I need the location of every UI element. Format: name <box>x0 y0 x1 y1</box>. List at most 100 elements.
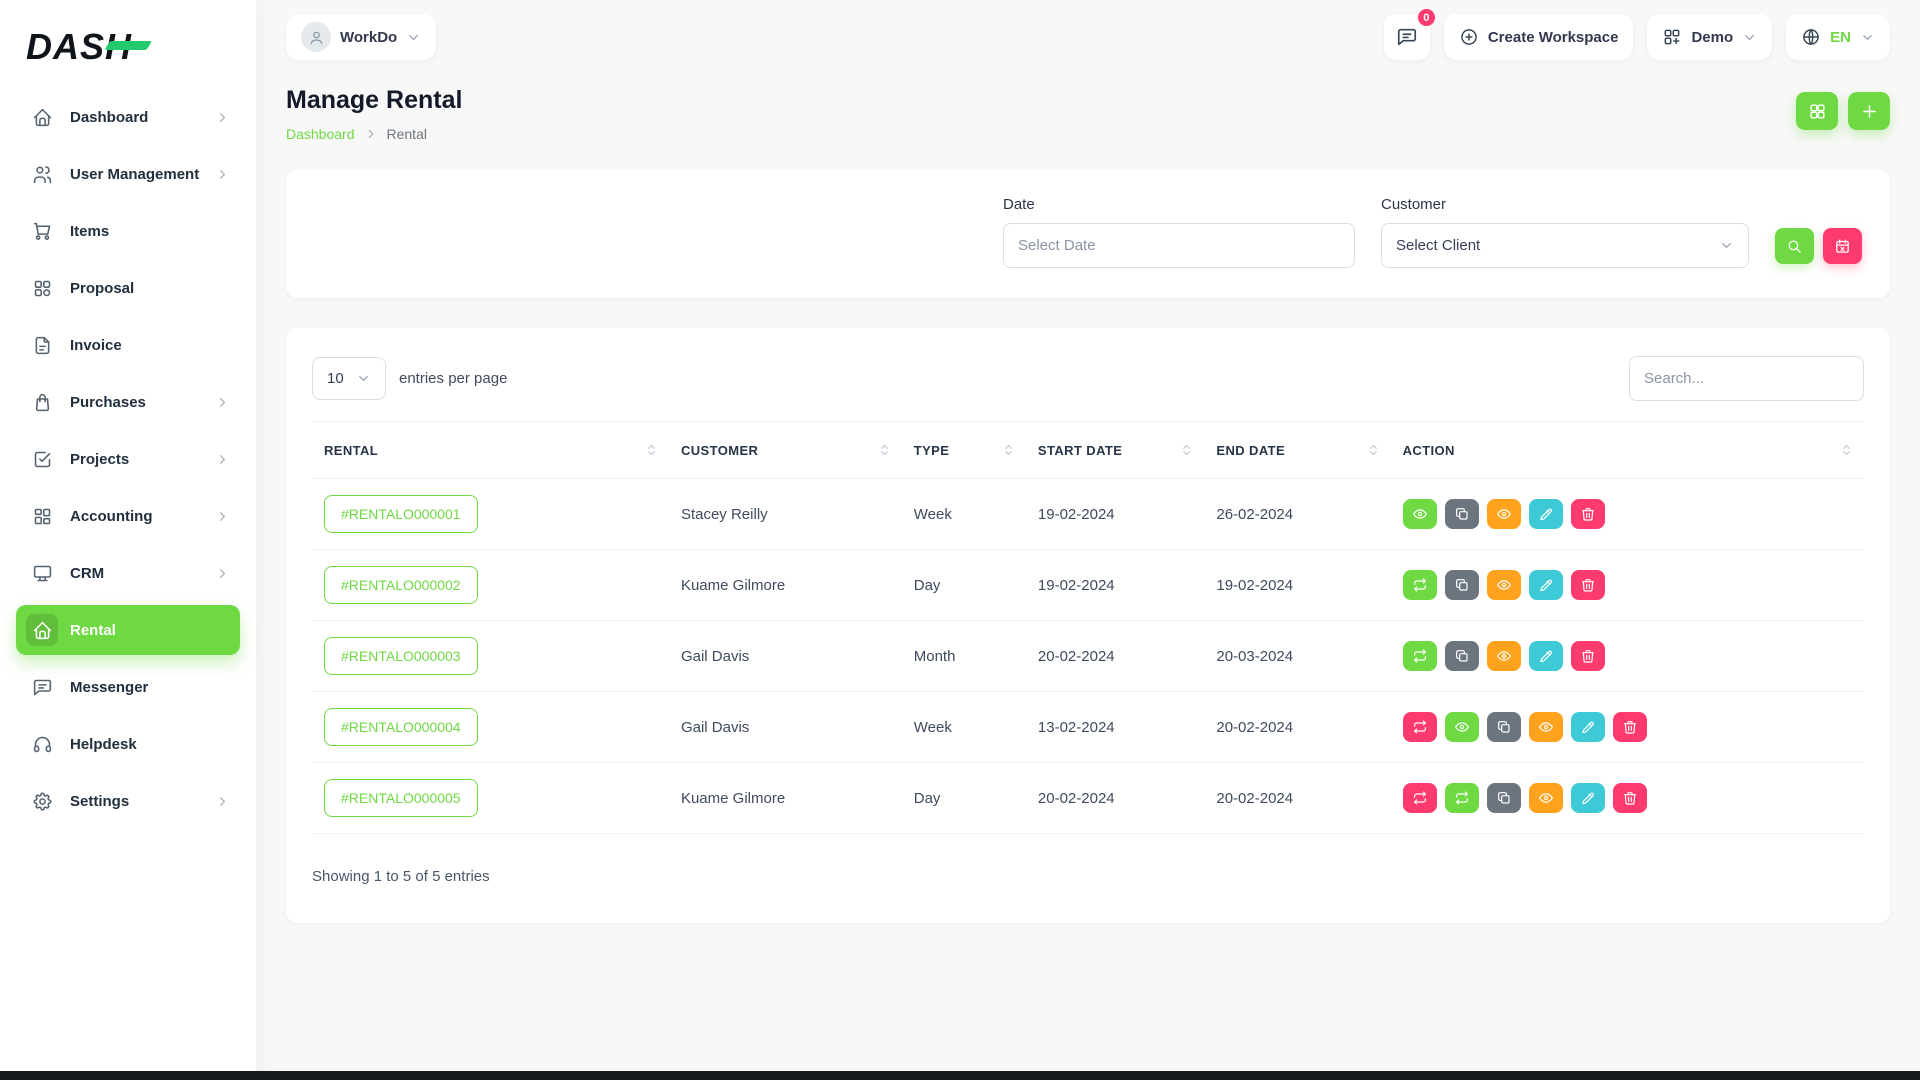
sidebar-item-invoice[interactable]: Invoice <box>16 320 240 370</box>
sidebar: DASH Dashboard User Management Items Propos… <box>0 0 256 1080</box>
sidebar-item-user-management[interactable]: User Management <box>16 149 240 199</box>
customer-select[interactable]: Select Client <box>1381 223 1749 268</box>
renew-button[interactable] <box>1445 783 1479 813</box>
delete-button[interactable] <box>1571 641 1605 671</box>
edit-button[interactable] <box>1529 499 1563 529</box>
view-button[interactable] <box>1403 499 1437 529</box>
preview-button[interactable] <box>1487 641 1521 671</box>
language-dropdown[interactable]: EN <box>1786 14 1890 60</box>
view-button[interactable] <box>1445 712 1479 742</box>
edit-button[interactable] <box>1571 783 1605 813</box>
delete-button[interactable] <box>1571 499 1605 529</box>
breadcrumb-dashboard-link[interactable]: Dashboard <box>286 126 355 142</box>
sidebar-item-purchases[interactable]: Purchases <box>16 377 240 427</box>
create-workspace-button[interactable]: Create Workspace <box>1444 14 1634 60</box>
column-header-rental[interactable]: RENTAL <box>312 422 669 479</box>
chevron-down-icon <box>356 371 371 386</box>
duplicate-button[interactable] <box>1445 641 1479 671</box>
sidebar-item-accounting[interactable]: Accounting <box>16 491 240 541</box>
notification-badge: 0 <box>1416 7 1437 28</box>
rental-id-link[interactable]: #RENTALO000002 <box>324 566 478 604</box>
edit-button[interactable] <box>1571 712 1605 742</box>
user-icon <box>308 29 325 46</box>
preview-button[interactable] <box>1529 712 1563 742</box>
customer-cell: Kuame Gilmore <box>669 550 902 621</box>
home-icon <box>26 101 58 133</box>
sidebar-item-crm[interactable]: CRM <box>16 548 240 598</box>
sidebar-item-dashboard[interactable]: Dashboard <box>16 92 240 142</box>
edit-button[interactable] <box>1529 641 1563 671</box>
column-header-customer[interactable]: CUSTOMER <box>669 422 902 479</box>
column-header-start-date[interactable]: START DATE <box>1026 422 1204 479</box>
calendar-off-icon <box>1834 238 1851 255</box>
rental-id-link[interactable]: #RENTALO000004 <box>324 708 478 746</box>
topbar: WorkDo 0 Create Workspace Demo EN <box>256 0 1920 74</box>
duplicate-button[interactable] <box>1487 712 1521 742</box>
filter-card: Date Customer Select Client <box>286 170 1890 298</box>
end-date-cell: 19-02-2024 <box>1204 550 1390 621</box>
reset-filter-button[interactable] <box>1823 228 1862 264</box>
customer-label: Customer <box>1381 196 1749 213</box>
sidebar-item-rental[interactable]: Rental <box>16 605 240 655</box>
sort-icon <box>879 442 890 458</box>
workspace-avatar <box>301 22 331 52</box>
messages-button[interactable]: 0 <box>1384 14 1430 60</box>
sidebar-item-messenger[interactable]: Messenger <box>16 662 240 712</box>
demo-label: Demo <box>1691 29 1733 46</box>
convert-button[interactable] <box>1403 641 1437 671</box>
type-cell: Week <box>902 692 1026 763</box>
column-label: RENTAL <box>324 443 378 458</box>
delete-button[interactable] <box>1613 712 1647 742</box>
start-date-cell: 20-02-2024 <box>1026 763 1204 834</box>
date-input[interactable] <box>1003 223 1355 268</box>
sidebar-item-helpdesk[interactable]: Helpdesk <box>16 719 240 769</box>
duplicate-button[interactable] <box>1445 499 1479 529</box>
end-date-cell: 20-02-2024 <box>1204 692 1390 763</box>
breadcrumb-current: Rental <box>387 126 427 142</box>
sidebar-item-label: Purchases <box>70 394 146 411</box>
sort-icon <box>1003 442 1014 458</box>
sidebar-item-projects[interactable]: Projects <box>16 434 240 484</box>
category-icon <box>26 272 58 304</box>
apply-filter-button[interactable] <box>1775 228 1814 264</box>
workspace-demo-dropdown[interactable]: Demo <box>1647 14 1772 60</box>
column-header-action[interactable]: ACTION <box>1391 422 1864 479</box>
type-cell: Month <box>902 621 1026 692</box>
preview-button[interactable] <box>1487 570 1521 600</box>
delete-button[interactable] <box>1571 570 1605 600</box>
column-header-end-date[interactable]: END DATE <box>1204 422 1390 479</box>
users-icon <box>26 158 58 190</box>
grid-view-button[interactable] <box>1796 92 1838 130</box>
workspace-switcher[interactable]: WorkDo <box>286 14 436 60</box>
preview-button[interactable] <box>1487 499 1521 529</box>
sidebar-item-settings[interactable]: Settings <box>16 776 240 826</box>
duplicate-button[interactable] <box>1445 570 1479 600</box>
column-label: TYPE <box>914 443 950 458</box>
create-rental-button[interactable] <box>1848 92 1890 130</box>
rental-id-link[interactable]: #RENTALO000005 <box>324 779 478 817</box>
app-logo[interactable]: DASH <box>14 16 242 78</box>
grid-icon <box>1662 27 1682 47</box>
device-icon <box>26 557 58 589</box>
sidebar-item-items[interactable]: Items <box>16 206 240 256</box>
rental-id-link[interactable]: #RENTALO000003 <box>324 637 478 675</box>
sidebar-item-proposal[interactable]: Proposal <box>16 263 240 313</box>
sort-icon <box>1841 442 1852 458</box>
type-cell: Day <box>902 550 1026 621</box>
cart-icon <box>26 215 58 247</box>
duplicate-button[interactable] <box>1487 783 1521 813</box>
convert-button[interactable] <box>1403 783 1437 813</box>
column-header-type[interactable]: TYPE <box>902 422 1026 479</box>
delete-button[interactable] <box>1613 783 1647 813</box>
rental-row: #RENTALO000005Kuame GilmoreDay20-02-2024… <box>312 763 1864 834</box>
page-size-select[interactable]: 10 <box>312 357 386 400</box>
convert-button[interactable] <box>1403 570 1437 600</box>
date-label: Date <box>1003 196 1355 213</box>
edit-button[interactable] <box>1529 570 1563 600</box>
end-date-cell: 26-02-2024 <box>1204 479 1390 550</box>
table-search-input[interactable] <box>1629 356 1864 401</box>
preview-button[interactable] <box>1529 783 1563 813</box>
convert-button[interactable] <box>1403 712 1437 742</box>
rental-id-link[interactable]: #RENTALO000001 <box>324 495 478 533</box>
sidebar-item-label: Accounting <box>70 508 153 525</box>
